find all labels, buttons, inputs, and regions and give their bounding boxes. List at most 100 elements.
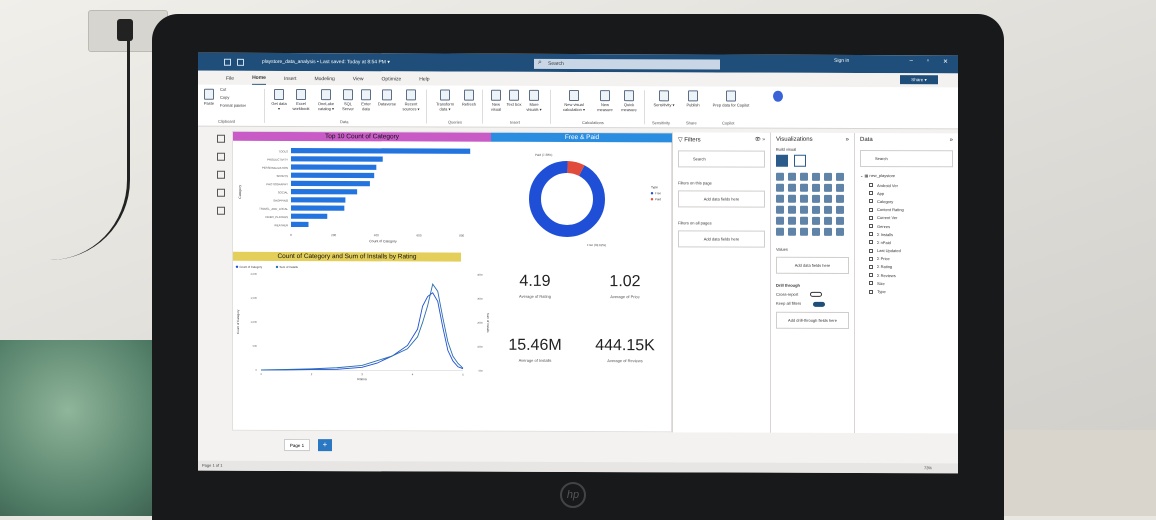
cross-report-toggle[interactable]	[810, 292, 823, 298]
visual-type-icon[interactable]	[824, 194, 832, 203]
save-icon[interactable]	[224, 58, 231, 66]
new-visual-calculation-button[interactable]: New visual calculation ▾	[556, 89, 592, 112]
kpi-card-reviews[interactable]: 444.15K Average of Reviews	[585, 337, 665, 363]
tab-help[interactable]: Help	[419, 76, 429, 85]
visual-type-icon[interactable]	[812, 205, 820, 214]
visual-type-icon[interactable]	[776, 183, 784, 192]
checkbox-icon[interactable]	[869, 264, 873, 269]
text-box-button[interactable]: Text box	[506, 89, 522, 108]
visual-type-icon[interactable]	[788, 172, 796, 181]
add-page-button[interactable]: +	[318, 439, 332, 452]
visual-type-icon[interactable]	[836, 227, 844, 236]
share-button[interactable]: Share ▾	[900, 75, 938, 85]
new-measure-button[interactable]: New measure	[594, 90, 616, 112]
drill-through-dropzone[interactable]: Add drill-through fields here	[776, 311, 849, 329]
line-chart[interactable]: Count of Category Sum of Installs 0 500 1,00…	[233, 262, 491, 381]
quick-measure-button[interactable]: Quick measure	[618, 90, 640, 112]
visual-type-icon[interactable]	[836, 183, 844, 192]
report-view-icon[interactable]	[217, 134, 225, 143]
checkbox-icon[interactable]	[869, 215, 873, 220]
visual-type-icon[interactable]	[800, 183, 808, 192]
values-dropzone[interactable]: Add data fields here	[776, 256, 849, 274]
visual-type-icon[interactable]	[776, 205, 784, 214]
checkbox-icon[interactable]	[869, 281, 873, 286]
tab-optimize[interactable]: Optimize	[382, 76, 402, 85]
enter-data-button[interactable]: Enter data	[358, 89, 374, 111]
maximize-icon[interactable]: ▫	[927, 58, 929, 65]
checkbox-icon[interactable]	[869, 240, 873, 245]
visual-type-icon[interactable]	[776, 216, 784, 225]
recent-sources-button[interactable]: Recent sources ▾	[400, 89, 422, 111]
checkbox-icon[interactable]	[869, 207, 873, 212]
paste-button[interactable]: Paste	[202, 88, 216, 107]
visual-type-icon[interactable]	[788, 216, 796, 225]
refresh-button[interactable]: Refresh	[460, 89, 478, 108]
publish-button[interactable]: Publish	[682, 90, 704, 108]
minimize-icon[interactable]: –	[909, 58, 912, 65]
visual-type-icon[interactable]	[824, 227, 832, 236]
checkbox-icon[interactable]	[869, 256, 873, 261]
model-view-icon[interactable]	[217, 170, 225, 179]
kpi-card-rating[interactable]: 4.19 Average of Rating	[495, 273, 575, 299]
visual-type-icon[interactable]	[800, 194, 808, 203]
visual-type-icon[interactable]	[836, 205, 844, 214]
visual-type-icon[interactable]	[788, 227, 796, 236]
visual-type-icon[interactable]	[812, 172, 820, 181]
kpi-card-installs[interactable]: 15.46M Average of Installs	[495, 337, 575, 363]
keep-filters-toggle[interactable]	[813, 301, 826, 307]
transform-data-button[interactable]: Transform data ▾	[432, 89, 458, 111]
collapse-icon[interactable]: »	[950, 137, 953, 143]
checkbox-icon[interactable]	[869, 232, 873, 237]
visual-type-icon[interactable]	[812, 194, 820, 203]
copy-button[interactable]: Copy	[220, 95, 229, 101]
filters-page-dropzone[interactable]: Add data fields here	[678, 190, 765, 208]
visual-type-icon[interactable]	[776, 194, 784, 203]
format-painter-button[interactable]: Format painter	[220, 103, 246, 109]
new-visual-button[interactable]: New visual	[488, 89, 504, 112]
sql-server-button[interactable]: SQL Server	[340, 89, 356, 111]
cut-button[interactable]: Cut	[220, 87, 226, 93]
tab-modeling[interactable]: Modeling	[314, 76, 334, 85]
visual-type-icon[interactable]	[776, 172, 784, 181]
visual-type-icon[interactable]	[812, 183, 820, 192]
visual-type-icon[interactable]	[824, 216, 832, 225]
close-icon[interactable]: ✕	[943, 58, 948, 65]
visual-type-icon[interactable]	[788, 205, 796, 214]
visual-type-icon[interactable]	[836, 172, 844, 181]
onelake-button[interactable]: OneLake catalog ▾	[314, 89, 338, 111]
tab-file[interactable]: File	[226, 76, 234, 85]
collapse-icon[interactable]: »	[846, 137, 849, 143]
more-visuals-button[interactable]: More visuals ▾	[524, 89, 544, 112]
visual-type-icon[interactable]	[812, 216, 820, 225]
bar-chart[interactable]: TOOLS PRODUCTIVITY PERSONALIZATION SPORTS PH…	[233, 142, 491, 251]
filters-search-input[interactable]: Search	[678, 150, 765, 168]
sensitivity-button[interactable]: Sensitivity ▾	[650, 90, 678, 108]
visual-type-icon[interactable]	[824, 172, 832, 181]
donut-chart[interactable]: Paid (7.38%) Free (92.62%) Type Free Paid	[491, 143, 673, 252]
checkbox-icon[interactable]	[869, 199, 873, 204]
visual-type-icon[interactable]	[800, 205, 808, 214]
copilot-button[interactable]	[770, 90, 786, 104]
zoom-level[interactable]: 73%	[924, 463, 932, 473]
undo-icon[interactable]	[237, 58, 244, 66]
visual-type-icon[interactable]	[788, 183, 796, 192]
search-input[interactable]: Search	[534, 58, 720, 70]
tab-insert[interactable]: Insert	[284, 76, 297, 85]
visual-type-icon[interactable]	[800, 172, 808, 181]
excel-workbook-button[interactable]: Excel workbook	[290, 89, 312, 111]
visual-type-icon[interactable]	[788, 194, 796, 203]
visual-type-icon[interactable]	[836, 194, 844, 203]
visual-type-icon[interactable]	[812, 227, 820, 236]
data-search-input[interactable]: Search	[860, 149, 953, 168]
sign-in-link[interactable]: Sign in	[834, 58, 849, 64]
checkbox-icon[interactable]	[869, 224, 873, 229]
kpi-card-price[interactable]: 1.02 Average of Price	[585, 273, 665, 299]
build-visual-icon[interactable]	[776, 154, 788, 167]
eye-icon[interactable]: 👁 »	[754, 137, 765, 143]
format-visual-icon[interactable]	[794, 154, 806, 167]
checkbox-icon[interactable]	[869, 183, 873, 188]
checkbox-icon[interactable]	[869, 248, 873, 253]
filters-all-dropzone[interactable]: Add data fields here	[678, 230, 765, 248]
table-node[interactable]: ⌄ ▦ new_playstore	[855, 170, 958, 181]
get-data-button[interactable]: Get data ▾	[270, 88, 288, 111]
